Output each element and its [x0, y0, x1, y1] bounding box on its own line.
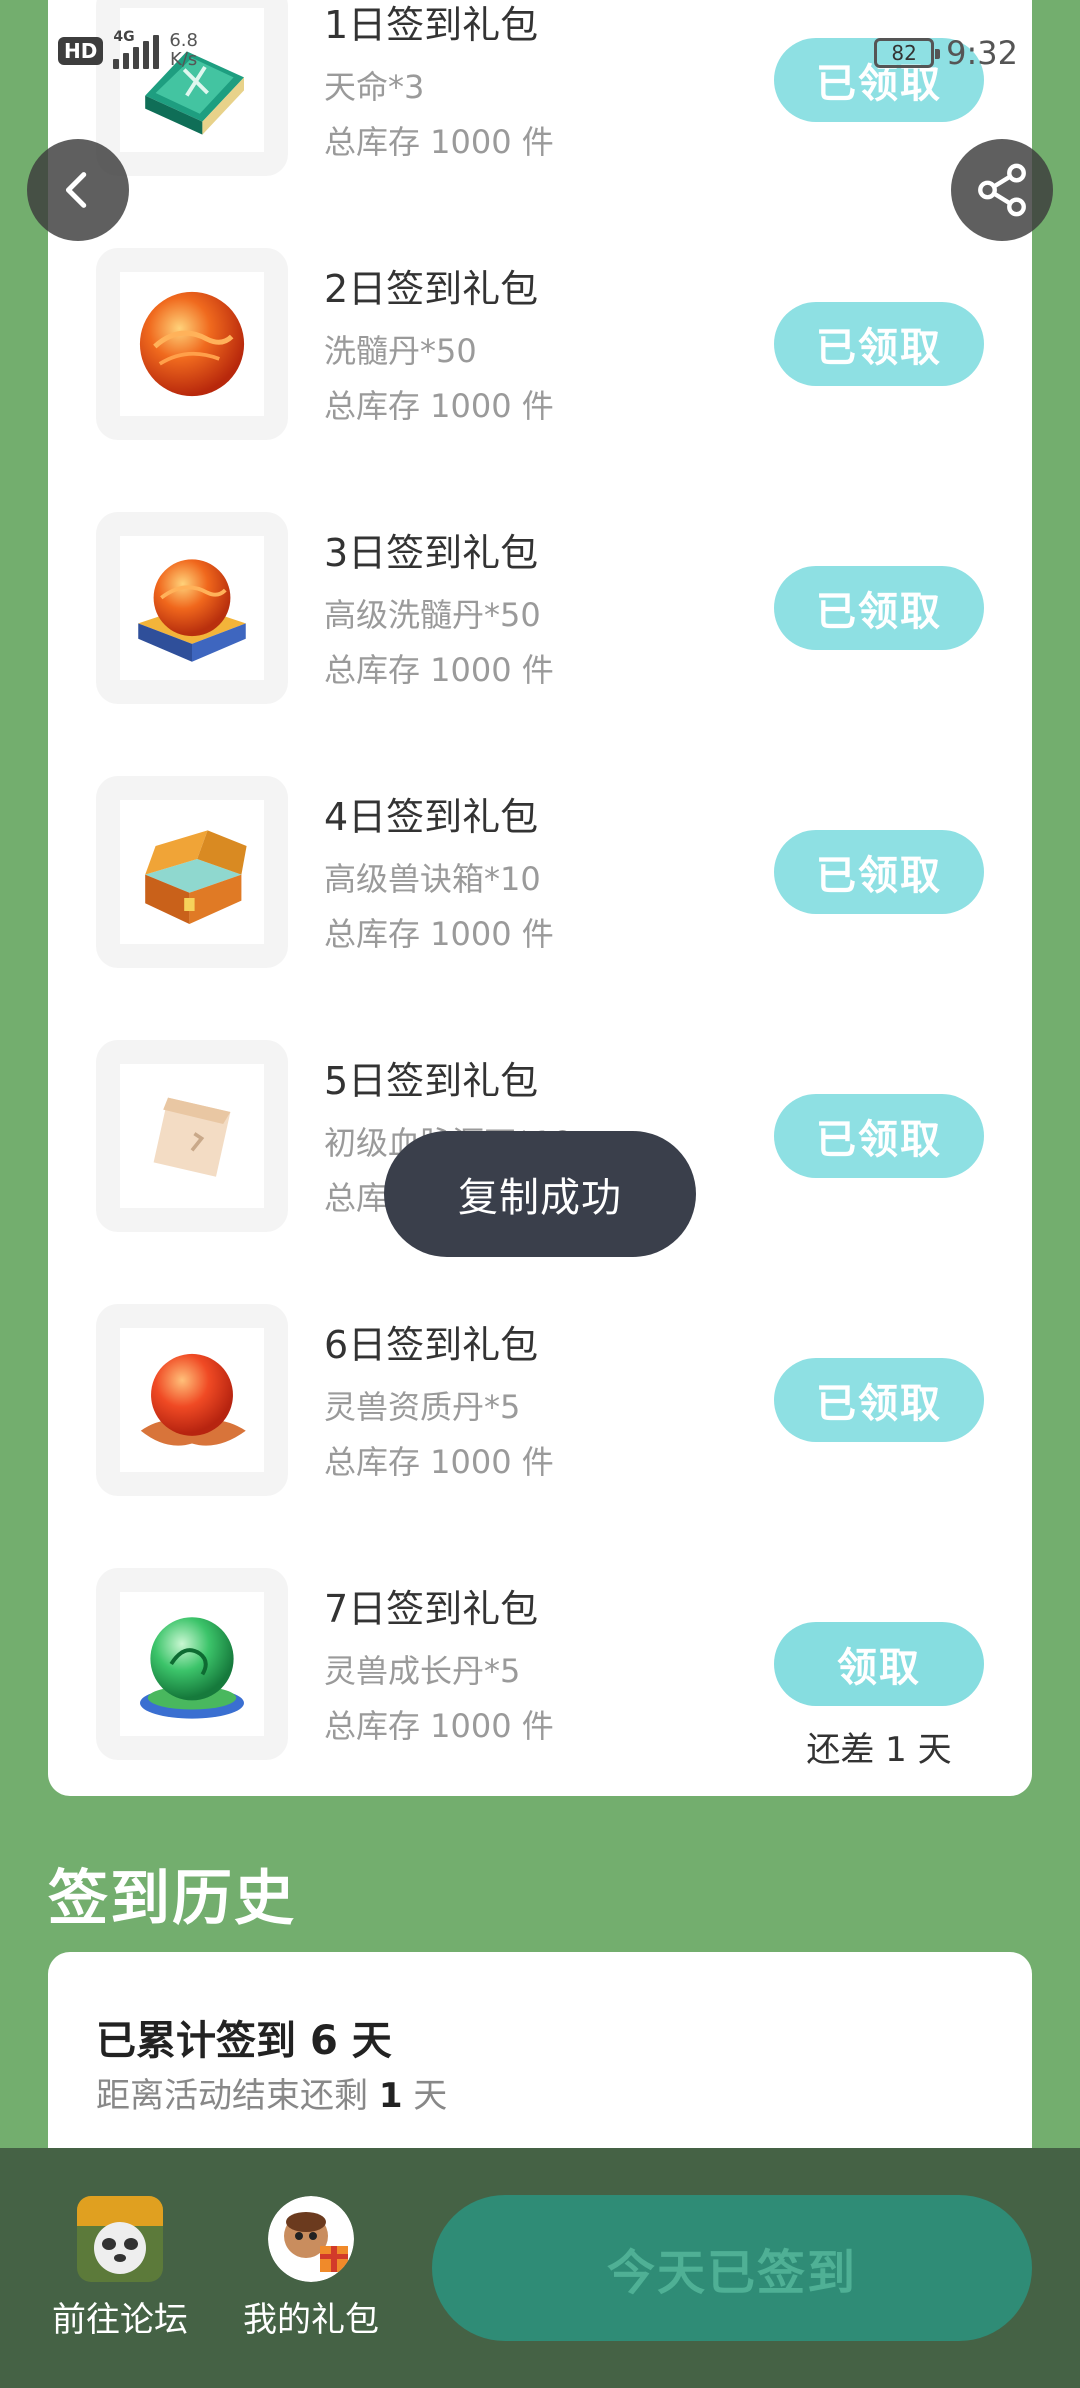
gift-item: 高级兽诀箱*10 [324, 860, 541, 898]
gift-title: 7日签到礼包 [324, 1587, 539, 1631]
back-button[interactable] [27, 139, 129, 241]
share-button[interactable] [951, 139, 1053, 241]
orb-stand-icon [138, 559, 246, 662]
network-type: 4G [113, 28, 135, 45]
chevron-left-icon [65, 172, 87, 208]
gift-mascot-icon [268, 2196, 354, 2282]
stone-icon [153, 1097, 231, 1177]
my-gifts-label: 我的礼包 [243, 2300, 379, 2340]
gift-row-day-3: 3日签到礼包 高级洗髓丹*50 总库存 1000 件 已领取 [48, 512, 1032, 708]
gift-thumb [96, 1304, 288, 1496]
gift-title: 2日签到礼包 [324, 267, 539, 311]
status-right: 82 9:32 [874, 34, 1018, 72]
total-sign-in-days: 已累计签到 6 天 [96, 2018, 392, 2064]
bottom-action-bar: 前往论坛 我的礼包 今天已签到 [0, 2148, 1080, 2388]
panda-warrior-icon [77, 2196, 163, 2282]
gift-stock: 总库存 1000 件 [324, 387, 554, 425]
gift-row-day-7: 7日签到礼包 灵兽成长丹*5 总库存 1000 件 领取 还差 1 天 [48, 1568, 1032, 1770]
forum-label: 前往论坛 [52, 2300, 188, 2340]
gift-title: 4日签到礼包 [324, 795, 539, 839]
hd-badge: HD [58, 36, 104, 65]
gift-stock: 总库存 1000 件 [324, 651, 554, 689]
remaining-days-count: 1 [378, 2076, 403, 2116]
gift-stock: 总库存 1000 件 [324, 915, 554, 953]
network-speed: 6.8 K/s [169, 31, 198, 70]
event-remaining-days: 距离活动结束还剩 1 天 [96, 2076, 448, 2116]
pill-icon [140, 1353, 246, 1446]
gift-thumb [96, 1040, 288, 1232]
claimed-button[interactable]: 已领取 [774, 566, 984, 650]
days-remaining-note: 还差 1 天 [806, 1730, 952, 1770]
gift-title: 5日签到礼包 [324, 1059, 539, 1103]
battery-level: 82 [891, 41, 917, 65]
gift-title: 3日签到礼包 [324, 531, 539, 575]
gift-item: 灵兽成长丹*5 [324, 1652, 521, 1690]
gift-thumb [96, 512, 288, 704]
gift-item: 高级洗髓丹*50 [324, 596, 541, 634]
gift-stock: 总库存 1000 件 [324, 123, 554, 161]
history-heading: 签到历史 [48, 1864, 296, 1934]
gift-item: 洗髓丹*50 [324, 332, 477, 370]
gift-row-day-2: 2日签到礼包 洗髓丹*50 总库存 1000 件 已领取 [48, 248, 1032, 444]
gift-thumb [96, 1568, 288, 1760]
status-left: HD 4G 6.8 K/s [58, 29, 198, 70]
gift-row-day-6: 6日签到礼包 灵兽资质丹*5 总库存 1000 件 已领取 [48, 1304, 1032, 1500]
claimed-button[interactable]: 已领取 [774, 302, 984, 386]
gift-thumb [96, 776, 288, 968]
orb-icon [139, 291, 245, 397]
speed-unit: K/s [170, 48, 198, 70]
total-days-count: 6 [309, 2018, 338, 2064]
status-bar: HD 4G 6.8 K/s 82 9:32 [0, 0, 1080, 110]
gift-stock: 总库存 1000 件 [324, 1707, 554, 1745]
my-gifts-link[interactable]: 我的礼包 [216, 2196, 406, 2341]
forum-link[interactable]: 前往论坛 [25, 2196, 215, 2341]
share-icon [978, 163, 1026, 217]
battery-icon: 82 [874, 38, 941, 68]
signed-today-button[interactable]: 今天已签到 [432, 2195, 1032, 2341]
gift-title: 6日签到礼包 [324, 1323, 539, 1367]
signal-icon: 4G [113, 29, 160, 69]
claimed-button[interactable]: 已领取 [774, 1094, 984, 1178]
clock: 9:32 [946, 34, 1018, 72]
gift-stock: 总库存 1000 件 [324, 1443, 554, 1481]
chest-icon [145, 830, 247, 924]
gift-thumb [96, 248, 288, 440]
claimed-button[interactable]: 已领取 [774, 830, 984, 914]
jade-orb-icon [140, 1617, 244, 1719]
claim-button[interactable]: 领取 [774, 1622, 984, 1706]
copy-success-toast: 复制成功 [384, 1131, 696, 1257]
gift-item: 灵兽资质丹*5 [324, 1388, 521, 1426]
sign-in-gift-page: HD 4G 6.8 K/s 82 9:32 1日签到礼包 天命*3 总库存 10… [0, 0, 1080, 2388]
gift-row-day-4: 4日签到礼包 高级兽诀箱*10 总库存 1000 件 已领取 [48, 776, 1032, 972]
claimed-button[interactable]: 已领取 [774, 1358, 984, 1442]
